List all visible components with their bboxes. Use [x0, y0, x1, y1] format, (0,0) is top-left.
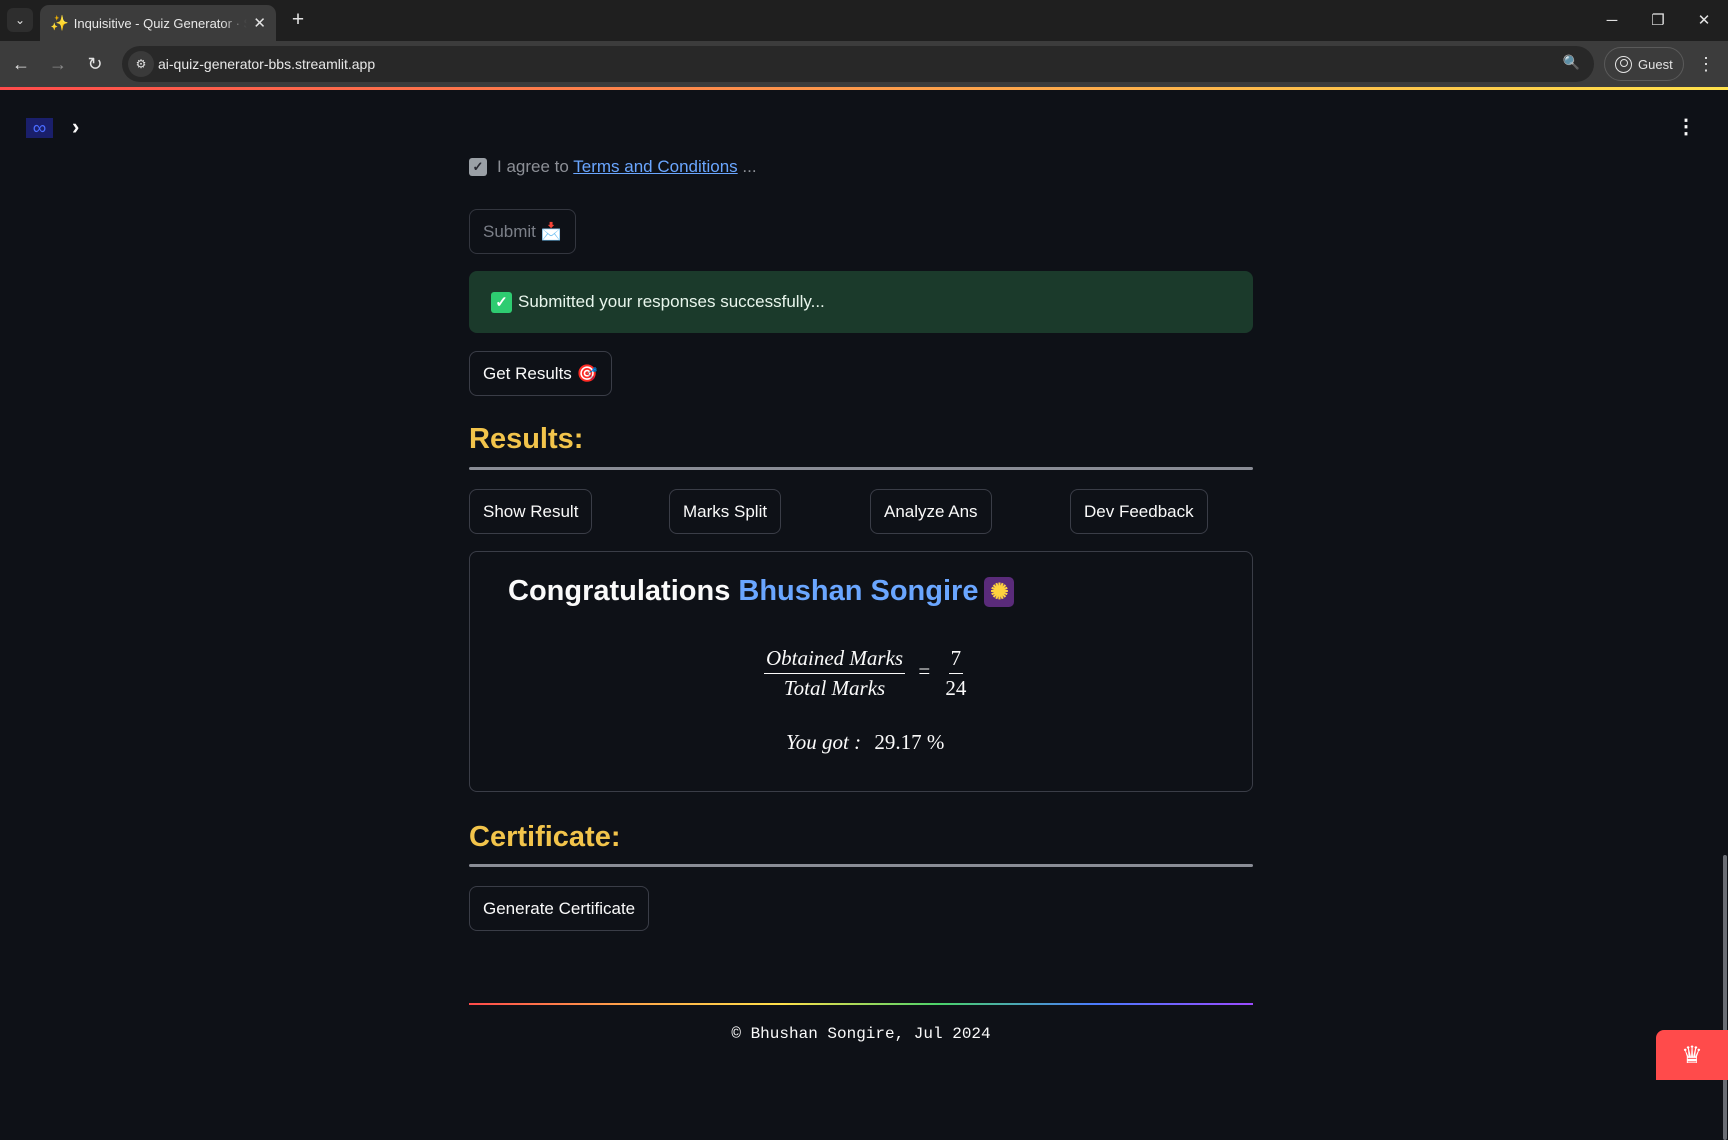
congrats-prefix: Congratulations — [508, 575, 739, 607]
restore-icon: ❐ — [1651, 12, 1665, 29]
certificate-heading: Certificate: — [469, 821, 621, 853]
browser-tab-active[interactable]: ✨ Inquisitive - Quiz Generator · Streaml… — [40, 5, 276, 41]
tab-label: Dev Feedback — [1084, 501, 1194, 521]
total-marks-label: Total Marks — [783, 676, 886, 700]
results-divider — [469, 467, 1253, 470]
success-message: Submitted your responses successfully... — [518, 292, 825, 311]
tab-label: Show Result — [483, 501, 579, 521]
app-area: ∞ › ⋮ ✓ I agree to Terms and Conditions … — [0, 90, 1728, 1140]
tab-search-button[interactable]: ⌄ — [7, 8, 33, 32]
terms-label: I agree to Terms and Conditions ... — [497, 157, 757, 177]
check-mark-icon: ✓ — [491, 291, 512, 313]
sparkle-emoji-icon: ✺ — [984, 577, 1015, 608]
arrow-left-icon: ← — [12, 53, 30, 74]
restore-button[interactable]: ❐ — [1638, 8, 1678, 32]
url-text: ai-quiz-generator-bbs.streamlit.app — [158, 56, 376, 72]
footer-copyright: © Bhushan Songire, Jul 2024 — [731, 1025, 991, 1043]
site-info-button[interactable]: ⚙ — [128, 51, 154, 77]
percentage-equation: You got : 29.17 % — [786, 730, 944, 755]
tune-icon: ⚙ — [135, 57, 147, 71]
tab-show-result[interactable]: Show Result — [469, 489, 593, 534]
congrats-title: Congratulations Bhushan Songire ✺ — [508, 575, 1015, 608]
get-results-button[interactable]: Get Results 🎯 — [469, 351, 612, 396]
tab-marks-split[interactable]: Marks Split — [669, 489, 782, 534]
certificate-divider — [469, 864, 1253, 867]
submit-button[interactable]: Submit 📩 — [469, 209, 576, 254]
sidebar-expand-button[interactable]: › — [72, 114, 79, 140]
user-name: Bhushan Songire — [738, 575, 979, 607]
zoom-icon[interactable]: 🔍 — [1563, 54, 1580, 71]
total-marks-value: 24 — [945, 676, 967, 700]
equals-sign: = — [918, 659, 931, 684]
browser-tabstrip: ⌄ ✨ Inquisitive - Quiz Generator · Strea… — [0, 0, 1728, 41]
close-icon: ✕ — [1697, 12, 1711, 29]
get-results-label: Get Results 🎯 — [483, 363, 598, 383]
result-card: Congratulations Bhushan Songire ✺ Obtaine… — [469, 551, 1253, 792]
reload-button[interactable]: ↻ — [82, 51, 108, 77]
new-tab-button[interactable]: + — [286, 8, 310, 32]
success-alert: ✓ Submitted your responses successfully.… — [469, 271, 1253, 333]
plus-icon: + — [291, 8, 305, 31]
percentage-value: 29.17 % — [874, 730, 945, 754]
marks-fraction-equation: Obtained Marks Total Marks = 7 24 — [764, 646, 968, 701]
sparkles-icon: ✨ — [50, 15, 69, 32]
crown-icon: ♛ — [1681, 1041, 1703, 1069]
terms-checkbox-row[interactable]: ✓ I agree to Terms and Conditions ... — [469, 157, 757, 177]
browser-menu-button[interactable]: ⋮ — [1696, 52, 1716, 76]
tab-title: Inquisitive - Quiz Generator · Streamlit — [73, 15, 248, 31]
tab-label: Analyze Ans — [884, 501, 978, 521]
page-scrollbar[interactable] — [1723, 855, 1727, 1140]
streamlit-badge[interactable]: ♛ — [1656, 1030, 1728, 1080]
profile-label: Guest — [1638, 56, 1673, 72]
app-menu-button[interactable]: ⋮ — [1676, 114, 1696, 139]
submit-label: Submit 📩 — [483, 221, 562, 241]
chevron-down-icon: ⌄ — [14, 13, 26, 27]
terms-link[interactable]: Terms and Conditions — [573, 157, 737, 176]
you-got-label: You got : — [786, 730, 862, 754]
more-vert-icon: ⋮ — [1697, 53, 1715, 74]
terms-prefix: I agree to — [497, 157, 574, 176]
address-bar[interactable]: ⚙ ai-quiz-generator-bbs.streamlit.app 🔍 — [122, 46, 1594, 82]
generate-certificate-button[interactable]: Generate Certificate — [469, 886, 650, 931]
account-icon — [1615, 55, 1632, 73]
obtained-marks-value: 7 — [948, 646, 964, 674]
profile-button[interactable]: Guest — [1604, 47, 1684, 81]
arrow-right-icon: → — [49, 53, 67, 74]
results-heading: Results: — [469, 423, 584, 455]
tab-dev-feedback[interactable]: Dev Feedback — [1070, 489, 1208, 534]
minimize-icon: ─ — [1606, 11, 1618, 29]
more-vert-icon: ⋮ — [1676, 116, 1696, 138]
forward-button[interactable]: → — [45, 51, 71, 77]
terms-checkbox[interactable]: ✓ — [469, 158, 487, 176]
minimize-button[interactable]: ─ — [1592, 8, 1632, 32]
browser-toolbar: ← → ↻ ⚙ ai-quiz-generator-bbs.streamlit.… — [0, 41, 1728, 87]
reload-icon: ↻ — [87, 53, 103, 74]
tab-label: Marks Split — [683, 501, 768, 521]
close-icon[interactable]: ✕ — [253, 14, 266, 32]
tab-analyze-ans[interactable]: Analyze Ans — [870, 489, 992, 534]
chevron-right-icon: › — [72, 114, 80, 139]
app-logo: ∞ — [26, 118, 53, 138]
terms-suffix: ... — [737, 157, 757, 176]
close-window-button[interactable]: ✕ — [1684, 8, 1724, 32]
back-button[interactable]: ← — [8, 51, 34, 77]
generate-certificate-label: Generate Certificate — [483, 898, 636, 918]
marks-label-fraction: Obtained Marks Total Marks — [764, 646, 906, 701]
footer-divider — [469, 1003, 1253, 1005]
obtained-marks-label: Obtained Marks — [764, 646, 906, 674]
marks-value-fraction: 7 24 — [943, 646, 968, 701]
